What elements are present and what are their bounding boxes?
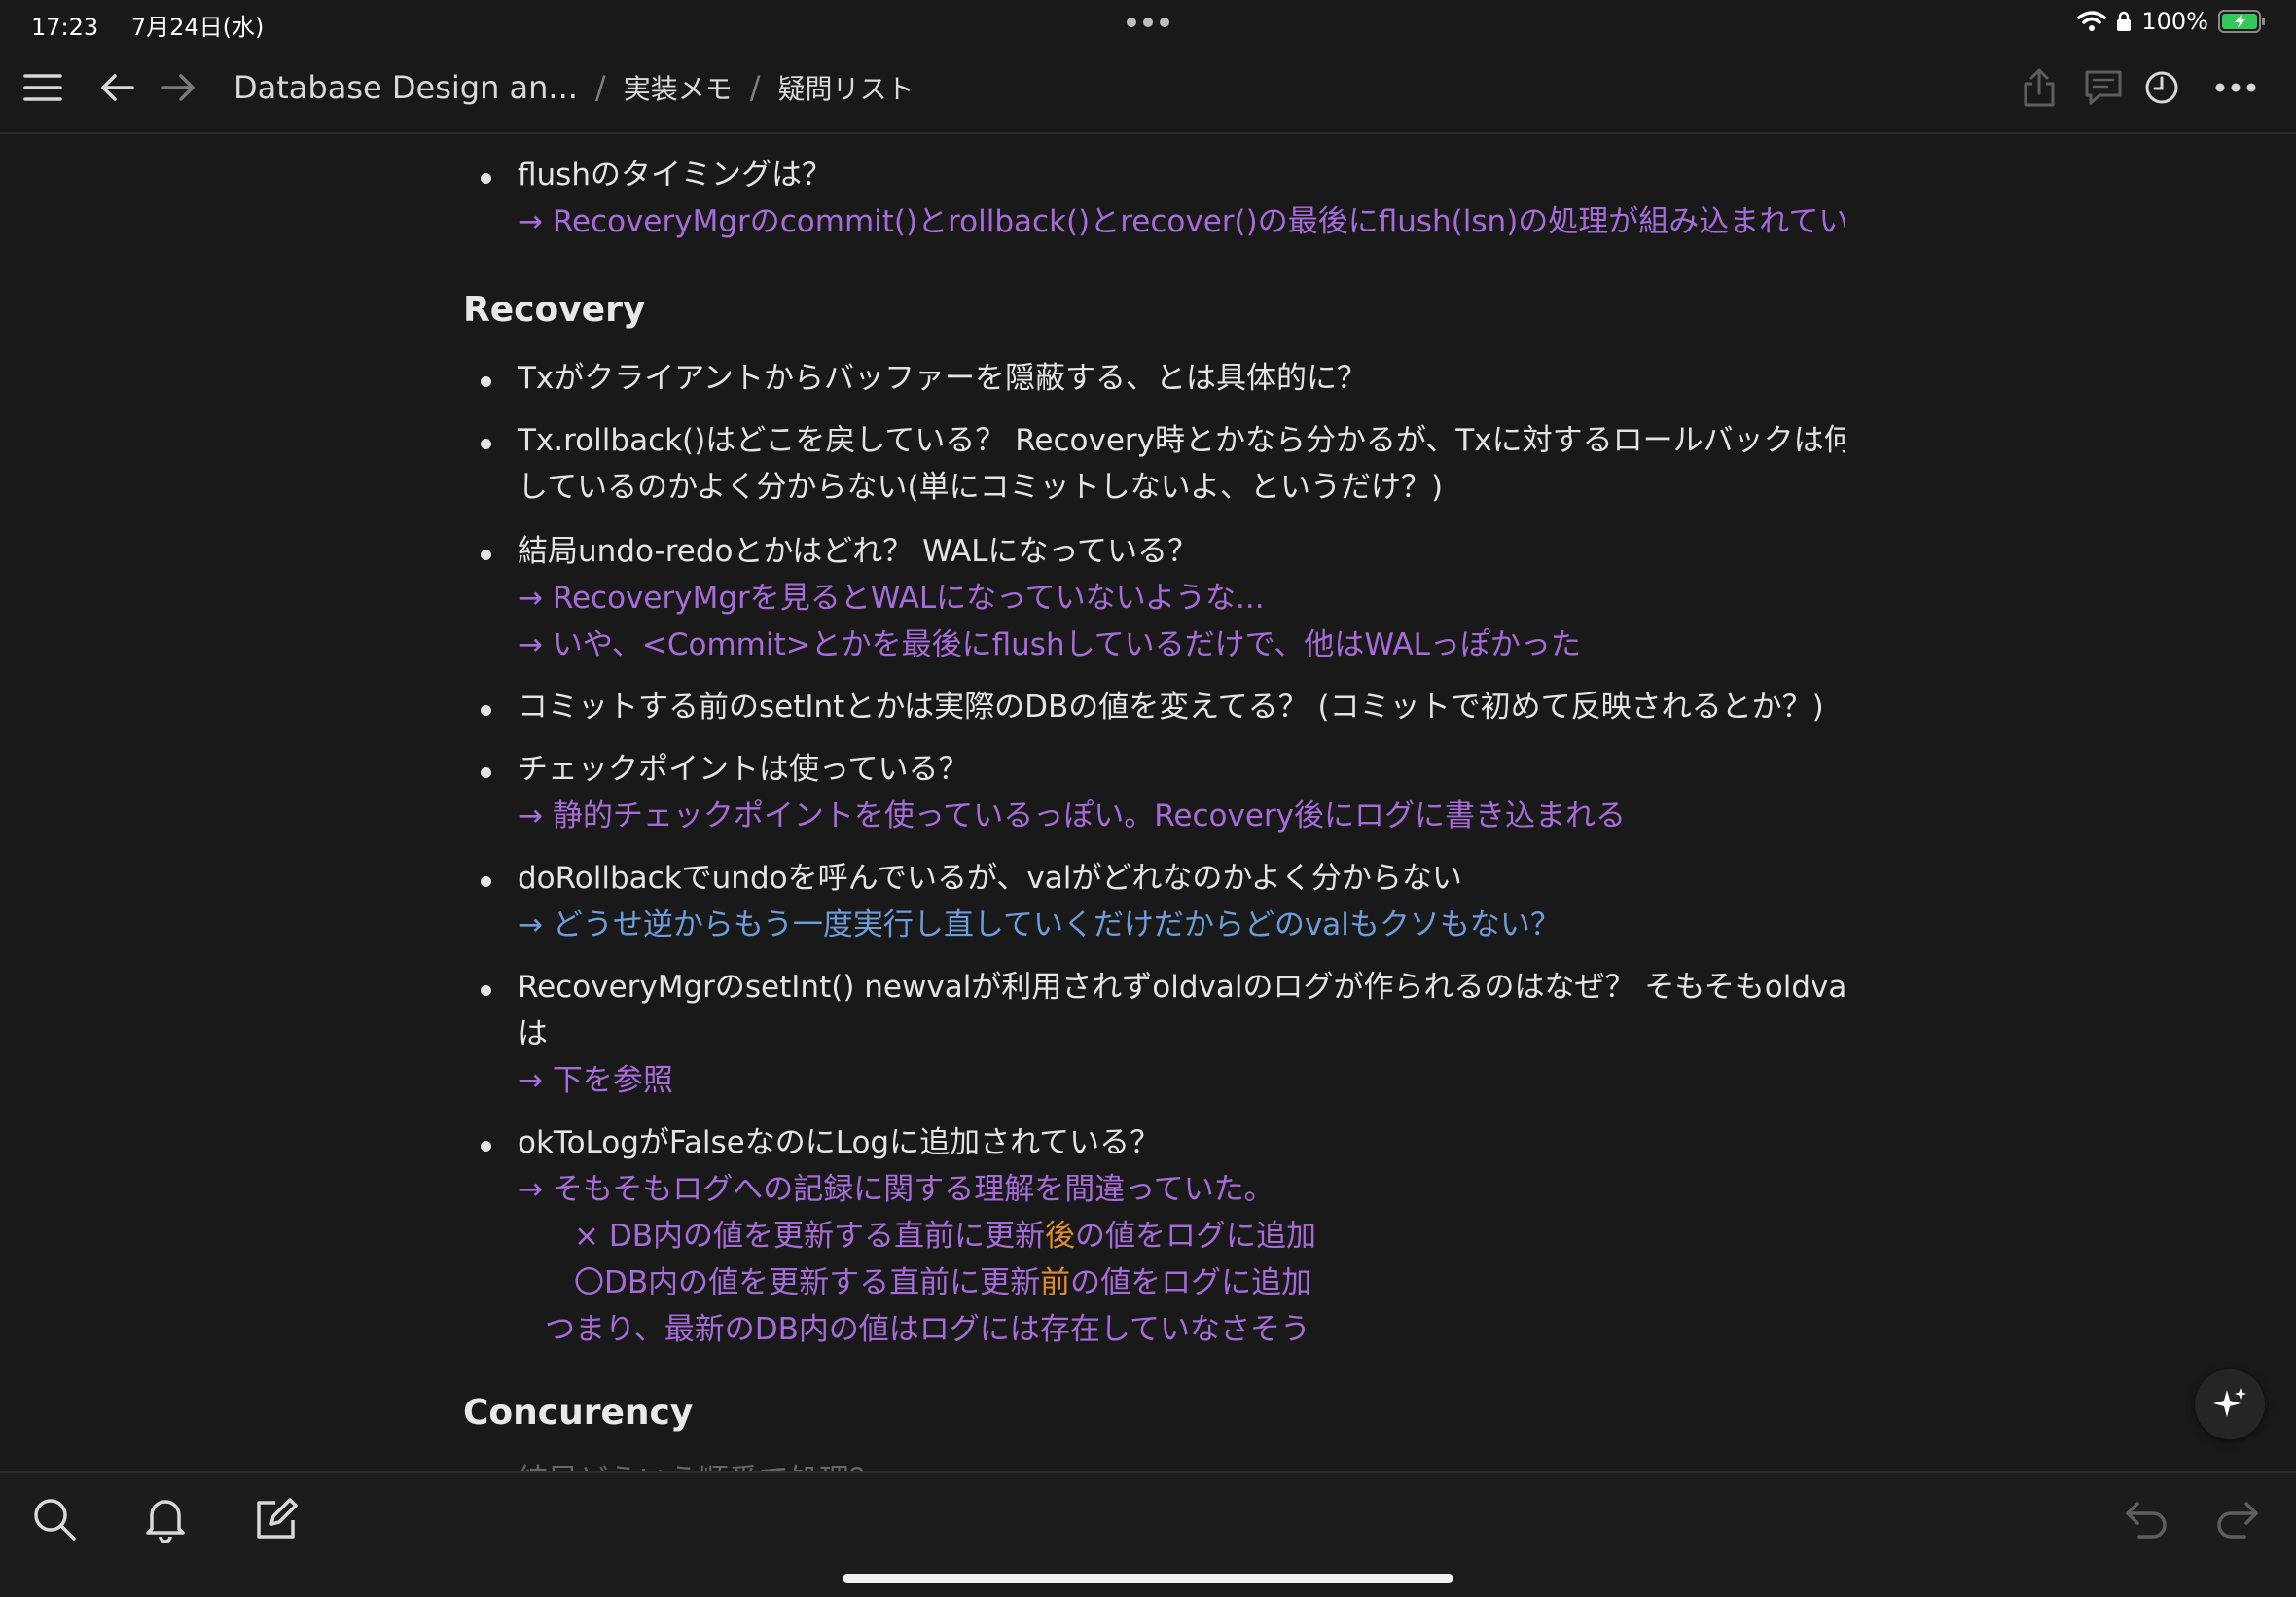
redo-icon[interactable] [2208,1490,2267,1548]
question-line: 結局undo-redoとかはどれ？ WALになっている？ [518,534,1198,569]
question-line: RecoveryMgrのsetInt() newvalが利用されずoldvalの… [518,970,1845,1005]
sparkle-icon [2213,1388,2246,1417]
bell-icon[interactable] [136,1490,195,1548]
question-line-continued: しているのかよく分からない(単にコミットしないよ、というだけ？) [518,470,1444,505]
answer-detail-correct: 〇DB内の値を更新する直前に更新前の値をログに追加 [574,1265,1312,1300]
question-line: flushのタイミングは？ [518,158,832,193]
forward-arrow-icon[interactable] [156,64,202,111]
search-icon[interactable] [25,1490,84,1548]
bullet-dot [481,1141,491,1152]
bullet-dot [481,173,491,184]
section-heading-recovery: Recovery [463,290,646,330]
hamburger-icon[interactable] [19,64,66,111]
bullet-dot [481,705,491,716]
question-line-continued: は [518,1016,548,1051]
question-line-partial: 結局どういう順番で処理？ [518,1457,879,1471]
back-arrow-icon[interactable] [93,64,140,111]
lock-icon [2117,11,2132,31]
breadcrumb-parent[interactable]: 実装メモ [624,68,733,107]
battery-icon [2218,10,2265,33]
ai-assist-button[interactable] [2195,1369,2265,1439]
home-indicator[interactable] [843,1574,1453,1583]
bullet-dot [481,550,491,560]
answer-line: → そもそもログへの記録に関する理解を間違っていた。 [518,1172,1274,1207]
breadcrumb-current[interactable]: 疑問リスト [778,68,915,107]
clock-icon[interactable] [2138,64,2185,111]
question-line: Txがクライアントからバッファーを隠蔽する、とは具体的に？ [518,361,1368,396]
highlight-text: 後 [1044,1219,1075,1254]
undo-icon[interactable] [2117,1490,2175,1548]
share-icon[interactable] [2016,64,2063,111]
answer-line: → RecoveryMgrのcommit()とrollback()とrecove… [518,204,1845,239]
question-line: コミットする前のsetIntとかは実際のDBの値を変えてる？ (コミットで初めて… [518,690,1824,725]
bottom-toolbar [0,1471,2296,1597]
question-line: doRollbackでundoを呼んでいるが、valがどれなのかよく分からない [518,861,1462,896]
answer-line: → いや、<Commit>とかを最後にflushしているだけで、他はWALっぽか… [518,627,1581,662]
breadcrumb-separator: / [749,69,761,106]
wifi-icon [2077,11,2107,31]
status-date: 7月24日(水) [130,14,265,41]
question-line: Tx.rollback()はどこを戻している？ Recovery時とかなら分かる… [518,423,1845,458]
comment-icon[interactable] [2080,64,2127,111]
breadcrumb-separator: / [594,69,606,106]
answer-line: → 静的チェックポイントを使っているっぽい。Recovery後にログに書き込まれ… [518,798,1627,834]
status-time: 17:23 [31,14,99,41]
compose-icon[interactable] [247,1490,305,1548]
bullet-dot [481,439,491,449]
status-right: 100% [2077,8,2267,35]
bullet-dot [481,767,491,778]
bullet-dot [481,876,491,887]
section-heading-concurency: Concurency [463,1393,694,1433]
bullet-dot [481,376,491,387]
more-icon[interactable] [2212,64,2259,111]
multitask-dots-icon[interactable] [1127,18,1169,27]
status-time-date: 17:23 7月24日(水) [31,8,289,42]
answer-line: → 下を参照 [518,1063,673,1098]
breadcrumb: Database Design an... / 実装メモ / 疑問リスト [233,68,915,107]
answer-conclusion: つまり、最新のDB内の値はログには存在していなさそう [545,1312,1310,1347]
breadcrumb-root[interactable]: Database Design an... [233,69,578,106]
answer-line: → RecoveryMgrを見るとWALになっていないような... [518,581,1265,616]
top-bar: Database Design an... / 実装メモ / 疑問リスト [0,47,2296,134]
question-line: チェックポイントは使っている？ [518,752,969,787]
answer-line-blue: → どうせ逆からもう一度実行し直していくだけだからどのvalもクソもない？ [518,907,1561,942]
bullet-dot [481,985,491,996]
highlight-text: 前 [1040,1265,1071,1300]
battery-percent: 100% [2141,8,2208,35]
answer-detail-wrong: × DB内の値を更新する直前に更新後の値をログに追加 [574,1219,1316,1254]
status-bar: 17:23 7月24日(水) 100% [0,0,2296,47]
question-line: okToLogがFalseなのにLogに追加されている？ [518,1125,1161,1160]
note-content[interactable]: flushのタイミングは？ → RecoveryMgrのcommit()とrol… [463,132,1845,1471]
